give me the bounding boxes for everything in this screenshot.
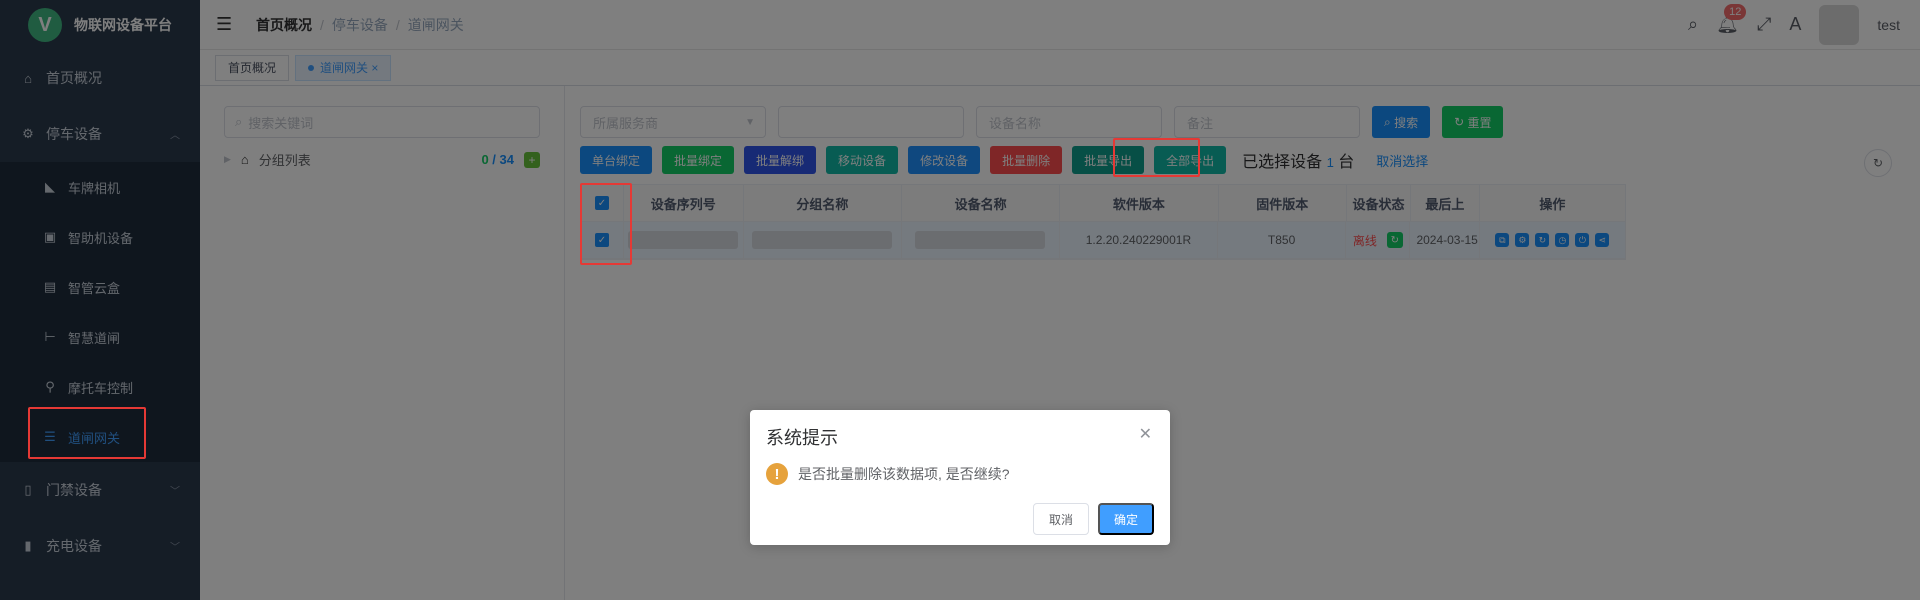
confirm-button[interactable]: 确定	[1098, 503, 1154, 535]
warning-icon: !	[766, 463, 788, 485]
dialog-title: 系统提示	[766, 428, 838, 448]
confirm-dialog: 系统提示 ✕ ! 是否批量删除该数据项, 是否继续? 取消 确定	[750, 410, 1170, 545]
dialog-message-text: 是否批量删除该数据项, 是否继续?	[798, 466, 1010, 482]
highlight-checkboxes	[580, 183, 632, 265]
highlight-sidebar-gateway	[28, 407, 146, 459]
cancel-button[interactable]: 取消	[1033, 503, 1089, 535]
highlight-batch-delete	[1113, 138, 1200, 177]
close-icon[interactable]: ✕	[1139, 424, 1152, 444]
dialog-message: ! 是否批量删除该数据项, 是否继续?	[766, 463, 1010, 485]
